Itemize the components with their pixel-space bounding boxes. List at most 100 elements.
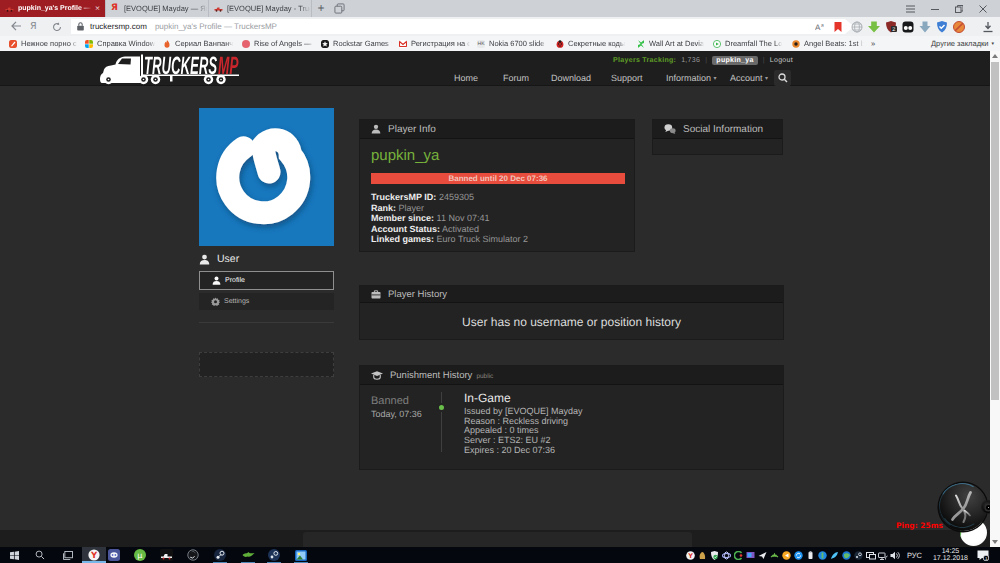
bookmarks-overflow-chevron[interactable]: » — [871, 36, 875, 51]
tab-2[interactable]: Я [EVOQUE] Mayday — Янде — [105, 0, 208, 17]
nav-forum[interactable]: Forum — [503, 73, 529, 83]
tray-globe-icon[interactable] — [841, 547, 853, 563]
tray-network-icon[interactable] — [877, 547, 889, 563]
reload-icon[interactable] — [52, 22, 62, 32]
restore-icon[interactable] — [955, 5, 963, 13]
tray-screen-icon[interactable] — [745, 547, 757, 563]
bookmark-item[interactable]: Rockstar Games S — [321, 36, 392, 51]
bookmark-label: Регистрация на са — [411, 39, 470, 48]
shield-camera-extension-icon[interactable]: 2 — [885, 21, 897, 33]
taskbar-steam[interactable] — [208, 547, 232, 563]
bookmark-item[interactable]: Rise of Angels — в — [242, 36, 314, 51]
player-history-empty-text: User has no username or position history — [360, 315, 783, 329]
tray-diamond-icon[interactable] — [817, 547, 829, 563]
nav-support[interactable]: Support — [611, 73, 643, 83]
action-center-button[interactable]: 1 — [973, 547, 993, 563]
taskbar-search-button[interactable] — [28, 547, 52, 563]
tray-swirl-icon[interactable] — [721, 547, 733, 563]
bookmark-favicon-icon: HK — [477, 40, 485, 48]
globe-extension-icon[interactable] — [851, 21, 863, 33]
nav-download[interactable]: Download — [551, 73, 591, 83]
taskbar-date: 17.12.2018 — [933, 555, 968, 562]
icon-graphic — [108, 549, 120, 561]
language-indicator[interactable]: РУС — [901, 551, 928, 560]
task-view-button[interactable] — [56, 547, 80, 563]
tray-c-icon[interactable] — [733, 547, 745, 563]
tray-display-icon[interactable] — [865, 547, 877, 563]
back-icon[interactable] — [11, 21, 21, 31]
taskbar-game-green[interactable] — [236, 547, 260, 563]
sidebar-item-settings[interactable]: Settings — [199, 293, 334, 310]
tray-feather-icon[interactable] — [829, 547, 841, 563]
other-bookmarks-button[interactable]: Другие закладки ▾ — [931, 36, 994, 51]
nav-account[interactable]: Account ▾ — [730, 73, 768, 83]
icon-graphic: Y — [686, 551, 695, 560]
downloads-icon[interactable] — [982, 21, 994, 33]
search-button[interactable] — [774, 70, 791, 86]
bookmark-flag-icon[interactable] — [834, 22, 842, 32]
down-arrow-extension-icon[interactable] — [919, 21, 931, 33]
bookmark-item[interactable]: Справка Windows — [85, 36, 155, 51]
tray-sync-icon[interactable] — [793, 547, 805, 563]
bookmark-item[interactable]: Нежное порно с — [9, 36, 79, 51]
field-value: Player — [399, 203, 425, 213]
bookmark-item[interactable]: Angel Beats: 1st b — [792, 36, 863, 51]
menu-icon[interactable] — [906, 5, 915, 13]
bookmark-label: Dreamfall The Lon — [725, 39, 782, 48]
vpn-shield-extension-icon[interactable] — [936, 21, 948, 33]
tray-shield-icon[interactable] — [709, 547, 721, 563]
taskbar-steam-2[interactable] — [262, 547, 286, 563]
scroll-up-icon[interactable] — [990, 51, 1000, 61]
bookmark-item[interactable]: Регистрация на са — [399, 36, 470, 51]
browser-address-bar: Я truckersmp.com pupkin_ya's Profile — T… — [0, 17, 1000, 36]
tray-alien-icon[interactable] — [769, 547, 781, 563]
taskbar-clock[interactable]: 14:25 17.12.2018 — [928, 548, 973, 563]
taskbar-discord[interactable] — [102, 547, 126, 563]
tray-bear-icon[interactable] — [697, 547, 709, 563]
bookmark-item[interactable]: Сериал Ванпанчм — [163, 36, 233, 51]
tray-yandex-icon[interactable]: Y — [685, 547, 697, 563]
taskbar-utorrent[interactable]: µ — [128, 547, 152, 563]
tab-active[interactable]: pupkin_ya's Profile — Tr × — [0, 0, 105, 17]
adblock-extension-icon[interactable] — [953, 21, 965, 33]
tray-plane-icon[interactable] — [757, 547, 769, 563]
username-badge[interactable]: pupkin_ya — [712, 56, 757, 65]
nav-home[interactable]: Home — [454, 73, 478, 83]
new-tab-button[interactable]: + — [314, 1, 328, 15]
bookmark-item[interactable]: Секретные коды — [556, 36, 628, 51]
scrollbar-thumb[interactable] — [991, 62, 999, 400]
taskbar-obs[interactable] — [181, 547, 205, 563]
savefrom-extension-icon[interactable] — [868, 21, 880, 33]
bookmark-item[interactable]: HKNokia 6700 slide h — [477, 36, 546, 51]
player-history-header: Player History — [360, 286, 783, 303]
graduation-cap-icon — [371, 371, 383, 380]
scrollbar[interactable] — [990, 51, 1000, 547]
tray-usb-icon[interactable] — [805, 547, 817, 563]
nav-information[interactable]: Information ▾ — [666, 73, 717, 83]
translate-icon[interactable]: A я — [815, 22, 826, 32]
tab-3[interactable]: [EVOQUE] Mayday - Trucke — [208, 0, 312, 17]
taskbar-truckersmp[interactable] — [154, 547, 178, 563]
tab-close-icon[interactable]: × — [95, 4, 100, 13]
tray-volume-icon[interactable] — [889, 547, 901, 563]
punishment-date: Today, 07:36 — [371, 409, 422, 419]
bookmark-item[interactable]: Wall Art at Deviant — [637, 36, 704, 51]
bookmark-item[interactable]: Dreamfall The Lon — [713, 36, 782, 51]
tab-panels-icon[interactable] — [334, 3, 345, 14]
overlay-x-widget[interactable] — [939, 483, 987, 531]
field-label: Rank: — [371, 203, 396, 213]
tray-steam-icon[interactable] — [853, 547, 865, 563]
panda-extension-icon[interactable] — [902, 21, 914, 33]
yandex-button-icon[interactable]: Я — [30, 21, 37, 32]
tray-orange-icon[interactable] — [781, 547, 793, 563]
taskbar-photos[interactable] — [289, 547, 313, 563]
sidebar-item-profile[interactable]: Profile — [199, 271, 334, 290]
scroll-down-icon[interactable] — [990, 537, 1000, 547]
start-button[interactable] — [2, 547, 26, 563]
truckersmp-logo[interactable] — [99, 54, 240, 85]
close-window-icon[interactable] — [979, 5, 987, 13]
minimize-icon[interactable] — [931, 5, 939, 13]
url-field[interactable]: truckersmp.com pupkin_ya's Profile — Tru… — [71, 19, 854, 34]
logout-link[interactable]: Logout — [770, 57, 793, 64]
avatar[interactable] — [199, 108, 334, 246]
